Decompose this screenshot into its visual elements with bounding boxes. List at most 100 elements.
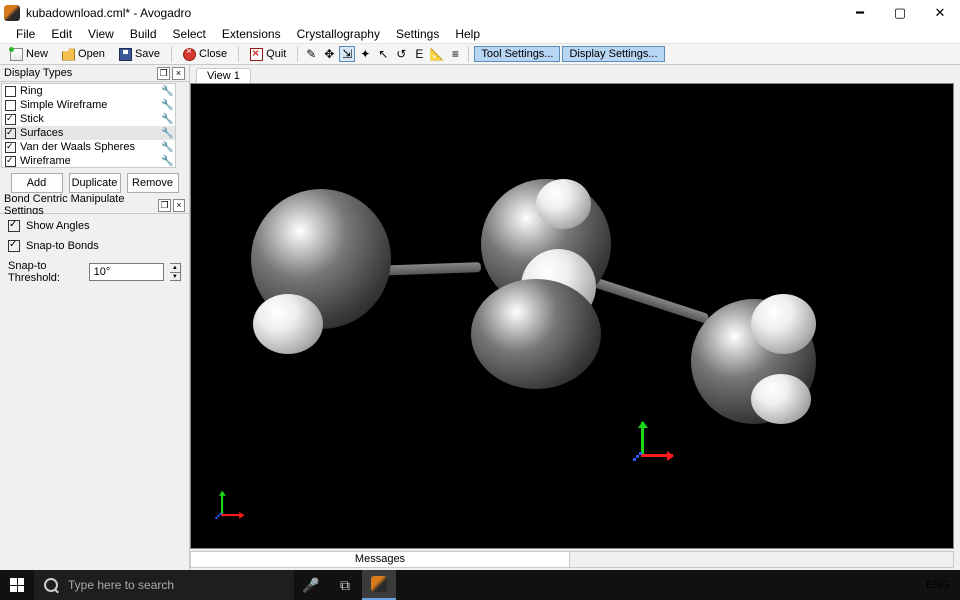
snap-threshold-input[interactable] — [89, 263, 164, 281]
list-item-label: Ring — [20, 85, 43, 97]
open-label: Open — [78, 48, 105, 60]
close-button[interactable]: Close — [177, 46, 233, 63]
snap-to-bonds-row[interactable]: Snap-to Bonds — [8, 240, 181, 252]
bond-centric-header: Bond Centric Manipulate Settings ❐ × — [0, 197, 189, 214]
rotate-tool-icon[interactable]: ↺ — [393, 46, 409, 62]
select-tool-icon[interactable]: ↖ — [375, 46, 391, 62]
view-tab[interactable]: View 1 — [196, 68, 251, 83]
checkbox[interactable] — [8, 240, 20, 252]
align-tool-icon[interactable]: ≡ — [447, 46, 463, 62]
taskbar-app-avogadro[interactable] — [362, 570, 396, 600]
snap-threshold-spinner[interactable]: ▲▼ — [170, 263, 181, 281]
cortana-mic-icon[interactable]: 🎤 — [294, 570, 328, 600]
autooptimize-tool-icon[interactable]: E — [411, 46, 427, 62]
wrench-icon[interactable]: 🔧 — [161, 100, 172, 111]
quit-label: Quit — [266, 48, 286, 60]
draw-tool-icon[interactable]: ✎ — [303, 46, 319, 62]
molecule-atom — [751, 294, 816, 354]
checkbox[interactable] — [5, 114, 16, 125]
menu-settings[interactable]: Settings — [388, 26, 447, 42]
save-button[interactable]: Save — [113, 46, 166, 63]
menu-edit[interactable]: Edit — [43, 26, 80, 42]
checkbox[interactable] — [5, 128, 16, 139]
tool-settings-button[interactable]: Tool Settings... — [474, 46, 560, 62]
wrench-icon[interactable]: 🔧 — [161, 114, 172, 125]
duplicate-button[interactable]: Duplicate — [69, 173, 121, 193]
menu-bar: File Edit View Build Select Extensions C… — [0, 25, 960, 43]
taskbar-search[interactable]: Type here to search — [34, 570, 294, 600]
bond-centric-tool-icon[interactable]: ⇲ — [339, 46, 355, 62]
molecule-atom — [536, 179, 591, 229]
wrench-icon[interactable]: 🔧 — [161, 86, 172, 97]
undock-display-types-button[interactable]: ❐ — [157, 67, 170, 80]
menu-view[interactable]: View — [80, 26, 122, 42]
new-button[interactable]: New — [4, 46, 54, 63]
molecule-atom — [751, 374, 811, 424]
snap-threshold-label: Snap-to Threshold: — [8, 260, 83, 284]
checkbox[interactable] — [5, 100, 16, 111]
menu-help[interactable]: Help — [447, 26, 488, 42]
list-item[interactable]: Wireframe 🔧 — [2, 154, 175, 168]
close-label: Close — [199, 48, 227, 60]
menu-file[interactable]: File — [8, 26, 43, 42]
list-item-label: Van der Waals Spheres — [20, 141, 135, 153]
display-types-list: Ring 🔧 Simple Wireframe 🔧 Stick🔧 Surfaces 🔧… — [1, 83, 176, 168]
list-item[interactable]: Ring 🔧 — [2, 84, 175, 98]
close-window-button[interactable]: ✕ — [920, 0, 960, 25]
list-item[interactable]: Simple Wireframe 🔧 — [2, 98, 175, 112]
menu-build[interactable]: Build — [122, 26, 165, 42]
save-icon — [119, 48, 132, 61]
menu-select[interactable]: Select — [165, 26, 214, 42]
messages-tab[interactable]: Messages — [190, 551, 570, 568]
remove-button[interactable]: Remove — [127, 173, 179, 193]
bond-centric-panel: Show Angles Snap-to Bonds Snap-to Thresh… — [0, 214, 189, 570]
close-bond-panel-button[interactable]: × — [173, 199, 185, 212]
minimize-button[interactable]: ━ — [840, 0, 880, 25]
tray-lang[interactable]: ENG — [926, 579, 950, 591]
3d-viewport[interactable] — [190, 83, 954, 549]
wrench-icon[interactable]: 🔧 — [161, 128, 172, 139]
checkbox[interactable] — [8, 220, 20, 232]
wrench-icon[interactable]: 🔧 — [161, 156, 172, 167]
display-settings-button[interactable]: Display Settings... — [562, 46, 664, 62]
start-button[interactable] — [0, 570, 34, 600]
maximize-button[interactable]: ▢ — [880, 0, 920, 25]
list-scrollbar[interactable] — [177, 82, 189, 169]
menu-crystallography[interactable]: Crystallography — [289, 26, 388, 42]
open-button[interactable]: Open — [56, 46, 111, 63]
manipulate-tool-icon[interactable]: ✦ — [357, 46, 373, 62]
list-item[interactable]: Stick🔧 — [2, 112, 175, 126]
window-title: kubadownload.cml* - Avogadro — [26, 6, 840, 20]
navigate-tool-icon[interactable]: ✥ — [321, 46, 337, 62]
save-label: Save — [135, 48, 160, 60]
wrench-icon[interactable]: 🔧 — [161, 142, 172, 153]
list-item-label: Surfaces — [20, 127, 63, 139]
undock-bond-panel-button[interactable]: ❐ — [158, 199, 170, 212]
measure-tool-icon[interactable]: 📐 — [429, 46, 445, 62]
add-button[interactable]: Add — [11, 173, 63, 193]
new-icon — [10, 48, 23, 61]
windows-taskbar: Type here to search 🎤 ⧉ ENG — [0, 570, 960, 600]
list-item[interactable]: Van der Waals Spheres 🔧 — [2, 140, 175, 154]
show-angles-label: Show Angles — [26, 220, 90, 232]
windows-logo-icon — [10, 578, 24, 592]
list-item-label: Wireframe — [20, 155, 71, 167]
close-display-types-button[interactable]: × — [172, 67, 185, 80]
molecule-atom — [253, 294, 323, 354]
quit-button[interactable]: Quit — [244, 46, 292, 63]
checkbox[interactable] — [5, 142, 16, 153]
search-icon — [44, 578, 58, 592]
quit-icon — [250, 48, 263, 61]
main-toolbar: New Open Save Close Quit ✎ ✥ ⇲ ✦ ↖ ↺ E 📐… — [0, 43, 960, 65]
list-item[interactable]: Surfaces 🔧 — [2, 126, 175, 140]
checkbox[interactable] — [5, 86, 16, 97]
checkbox[interactable] — [5, 156, 16, 167]
display-types-header: Display Types ❐ × — [0, 65, 189, 82]
list-item-label: Simple Wireframe — [20, 99, 107, 111]
menu-extensions[interactable]: Extensions — [214, 26, 289, 42]
task-view-icon[interactable]: ⧉ — [328, 570, 362, 600]
open-icon — [62, 48, 75, 61]
molecule-atom — [471, 279, 601, 389]
app-icon — [4, 5, 20, 21]
show-angles-row[interactable]: Show Angles — [8, 220, 181, 232]
